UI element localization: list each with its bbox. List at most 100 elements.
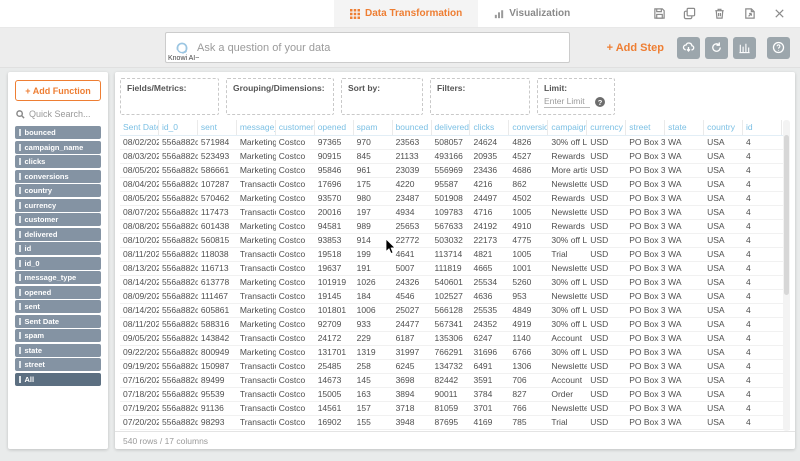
add-step-button[interactable]: + Add Step	[607, 42, 664, 54]
table-cell: PO Box 3...	[626, 234, 665, 247]
save-icon[interactable]	[653, 7, 666, 20]
table-cell: 961	[354, 164, 393, 177]
scrollbar-thumb[interactable]	[784, 135, 789, 295]
field-pill-currency[interactable]: currency	[15, 199, 101, 212]
column-header-state[interactable]: state	[665, 120, 704, 135]
field-pill-sent-date[interactable]: Sent Date	[15, 315, 101, 328]
field-pill-all[interactable]: All	[15, 373, 101, 386]
ask-question-input[interactable]: Ask a question of your data Knowi AI~	[165, 32, 570, 63]
field-pill-campaign-name[interactable]: campaign_name	[15, 141, 101, 154]
limit-input[interactable]	[544, 96, 590, 108]
table-cell: 3718	[393, 402, 432, 415]
column-header-country[interactable]: country	[704, 120, 743, 135]
table-row: 08/11/202...556a882c...118038Transactio.…	[120, 248, 790, 262]
table-cell: PO Box 3...	[626, 304, 665, 317]
table-cell: Rewards	[548, 150, 587, 163]
table-cell: 09/22/202...	[120, 346, 159, 359]
column-header-spam[interactable]: spam	[354, 120, 393, 135]
table-cell: 4	[743, 220, 782, 233]
drag-handle-icon	[19, 347, 21, 354]
table-cell: 19518	[315, 248, 354, 261]
table-cell: USD	[587, 346, 626, 359]
chart-settings-button[interactable]	[733, 37, 756, 59]
transformation-panel: Fields/Metrics: Grouping/Dimensions: Sor…	[115, 72, 795, 449]
field-pill-spam[interactable]: spam	[15, 329, 101, 342]
help-button[interactable]	[767, 37, 790, 59]
refresh-button[interactable]	[705, 37, 728, 59]
column-header-sent[interactable]: sent	[198, 120, 237, 135]
field-pill-opened[interactable]: opened	[15, 286, 101, 299]
grid-icon	[350, 9, 360, 19]
field-pill-street[interactable]: street	[15, 358, 101, 371]
field-pill-customer[interactable]: customer	[15, 213, 101, 226]
table-cell: PO Box 3...	[626, 220, 665, 233]
table-row: 08/11/202...556a882c...588316MarketingCo…	[120, 318, 790, 332]
table-cell: 1306	[509, 360, 548, 373]
table-cell: 556a882c...	[159, 220, 198, 233]
table-cell: 101801	[315, 304, 354, 317]
copy-icon[interactable]	[683, 7, 696, 20]
table-cell: Rewards	[548, 220, 587, 233]
table-cell: 4	[743, 388, 782, 401]
column-header-street[interactable]: street	[626, 120, 665, 135]
step-config-row: Fields/Metrics: Grouping/Dimensions: Sor…	[115, 72, 795, 120]
column-header-message-t[interactable]: message_t...	[237, 120, 276, 135]
field-pill-sent[interactable]: sent	[15, 300, 101, 313]
export-icon[interactable]	[743, 7, 756, 20]
table-cell: 08/11/202...	[120, 318, 159, 331]
field-pill-state[interactable]: state	[15, 344, 101, 357]
vertical-scrollbar[interactable]	[783, 120, 790, 431]
sort-by-dropzone[interactable]: Sort by:	[341, 78, 423, 115]
table-cell: WA	[665, 276, 704, 289]
filters-dropzone[interactable]: Filters:	[430, 78, 530, 115]
table-cell: WA	[665, 388, 704, 401]
table-cell: 6187	[393, 332, 432, 345]
quick-search-input[interactable]: Quick Search...	[16, 109, 100, 119]
column-header-campaign[interactable]: campaign_...	[548, 120, 587, 135]
table-cell: Costco	[276, 290, 315, 303]
table-cell: 145	[354, 374, 393, 387]
field-pill-id-0[interactable]: id_0	[15, 257, 101, 270]
add-function-button[interactable]: + Add Function	[15, 80, 101, 101]
drag-handle-icon	[19, 129, 21, 136]
field-pill-clicks[interactable]: clicks	[15, 155, 101, 168]
column-header-clicks[interactable]: clicks	[470, 120, 509, 135]
tab-data-transformation[interactable]: Data Transformation	[334, 0, 478, 27]
field-pill-message-type[interactable]: message_type	[15, 271, 101, 284]
column-header-currency[interactable]: currency	[587, 120, 626, 135]
field-pill-bounced[interactable]: bounced	[15, 126, 101, 139]
table-cell: Marketing	[237, 304, 276, 317]
column-header-bounced[interactable]: bounced	[393, 120, 432, 135]
limit-help-icon[interactable]: ?	[595, 97, 605, 107]
table-cell: USA	[704, 136, 743, 149]
field-pill-delivered[interactable]: delivered	[15, 228, 101, 241]
table-cell: USA	[704, 402, 743, 415]
column-header-conversions[interactable]: conversions	[509, 120, 548, 135]
table-cell: 4716	[470, 206, 509, 219]
table-cell: 4	[743, 178, 782, 191]
column-header-customer[interactable]: customer	[276, 120, 315, 135]
table-cell: 556a882d...	[159, 374, 198, 387]
field-pill-country[interactable]: country	[15, 184, 101, 197]
column-header-opened[interactable]: opened	[315, 120, 354, 135]
tab-visualization[interactable]: Visualization	[478, 0, 586, 27]
table-cell: Marketing	[237, 150, 276, 163]
field-pill-id[interactable]: id	[15, 242, 101, 255]
table-cell: Transactio...	[237, 402, 276, 415]
table-cell: USA	[704, 332, 743, 345]
column-header-id[interactable]: id	[743, 120, 782, 135]
grouping-dimensions-dropzone[interactable]: Grouping/Dimensions:	[226, 78, 334, 115]
column-header-delivered[interactable]: delivered	[432, 120, 471, 135]
table-cell: 4	[743, 374, 782, 387]
table-cell: 567633	[432, 220, 471, 233]
table-cell: Costco	[276, 304, 315, 317]
cloud-download-button[interactable]	[677, 37, 700, 59]
field-pill-conversions[interactable]: conversions	[15, 170, 101, 183]
fields-metrics-dropzone[interactable]: Fields/Metrics:	[120, 78, 219, 115]
trash-icon[interactable]	[713, 7, 726, 20]
column-header-id-0[interactable]: id_0	[159, 120, 198, 135]
close-icon[interactable]	[773, 7, 786, 20]
column-header-sent-date[interactable]: Sent Date	[120, 120, 159, 135]
table-cell: 30% off Li...	[548, 304, 587, 317]
table-cell: WA	[665, 332, 704, 345]
